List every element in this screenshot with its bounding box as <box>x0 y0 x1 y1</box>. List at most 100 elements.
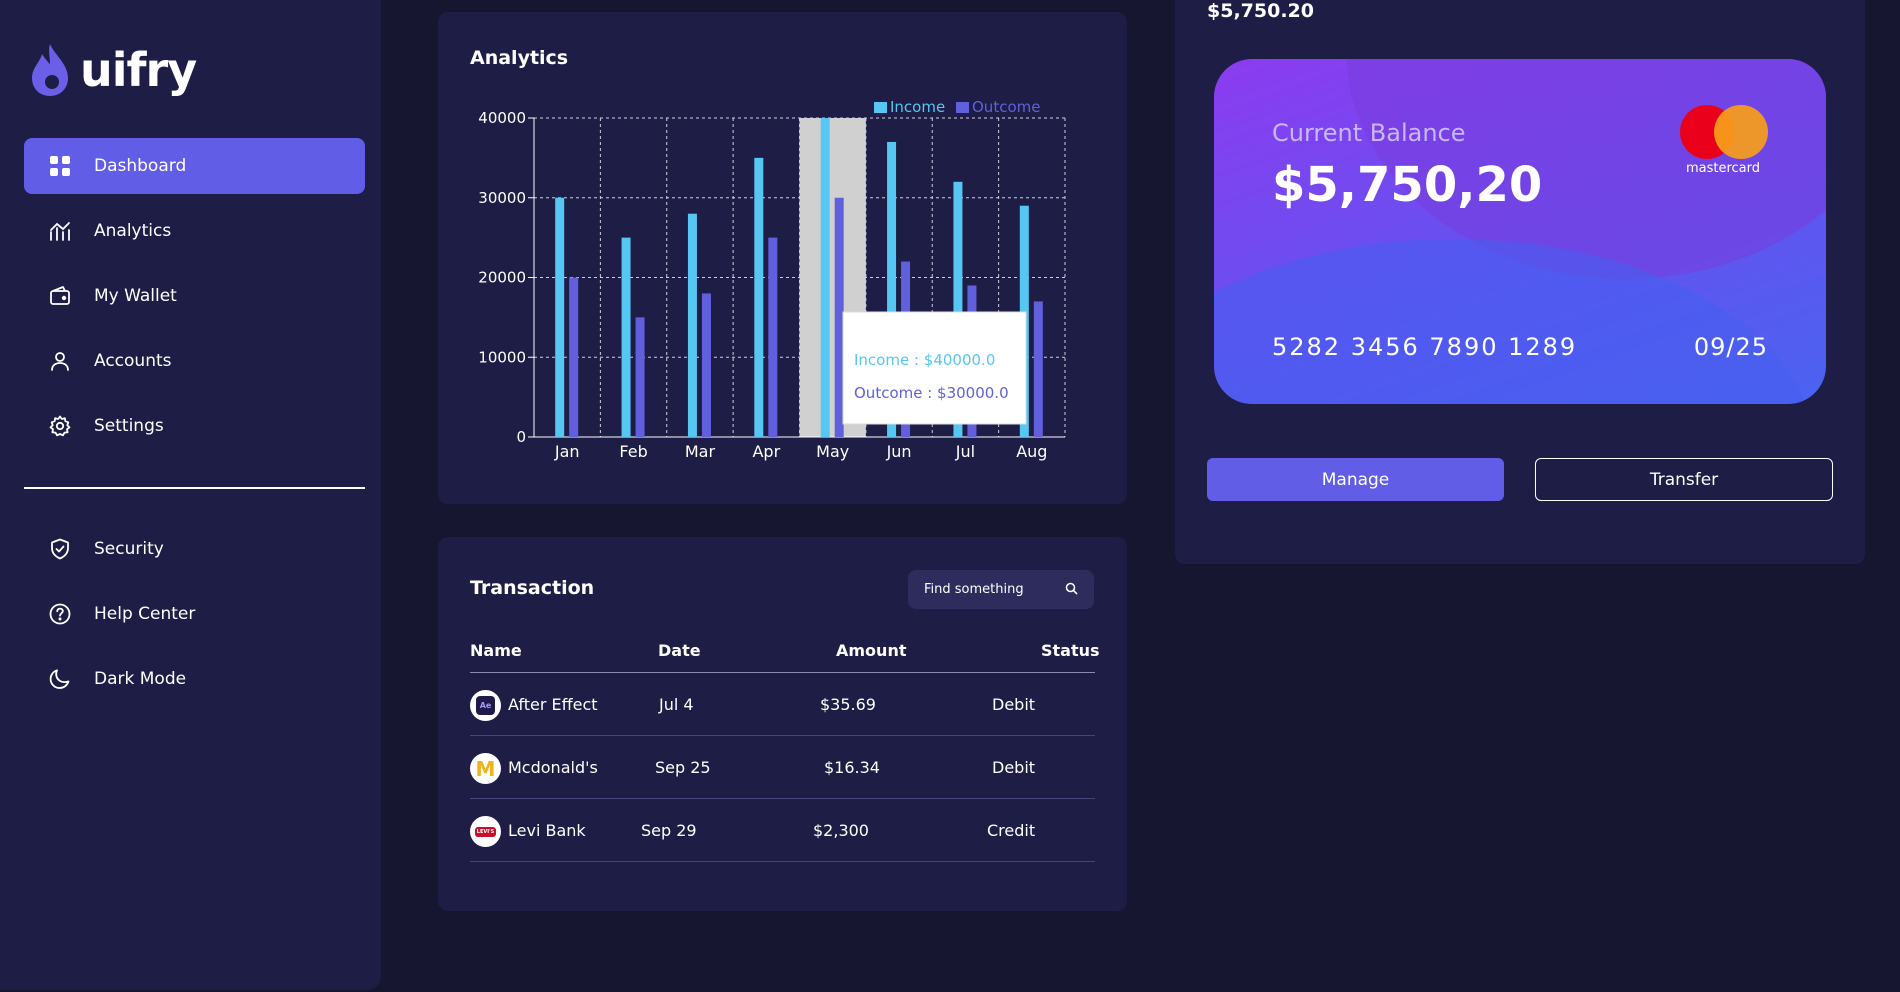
wallet-icon <box>46 282 74 310</box>
sidebar-item-label: Dark Mode <box>94 669 187 689</box>
moon-icon <box>46 665 74 693</box>
transaction-date: Jul 4 <box>659 695 694 714</box>
transaction-status: Debit <box>992 758 1036 777</box>
sidebar-item-label: Dashboard <box>94 156 187 176</box>
card-balance-label: Current Balance <box>1272 119 1466 147</box>
flame-icon <box>32 44 68 96</box>
bar-income-feb <box>621 237 631 437</box>
column-header-name: Name <box>470 641 522 660</box>
transaction-status: Debit <box>992 695 1036 714</box>
sidebar-item-label: Analytics <box>94 221 172 241</box>
after-effects-icon: Ae <box>470 690 501 721</box>
avatar-label: Ae <box>476 696 495 715</box>
bar-outcome-jan <box>569 277 579 437</box>
bar-income-apr <box>754 157 764 437</box>
sidebar-item-dashboard[interactable]: Dashboard <box>24 138 365 194</box>
table-row[interactable]: LEVI'S Levi Bank Sep 29 $2,300 Credit <box>470 799 1095 862</box>
sidebar-item-help-center[interactable]: Help Center <box>24 586 365 642</box>
analytics-icon <box>46 217 74 245</box>
bar-outcome-feb <box>635 317 645 437</box>
y-tick-label: 40000 <box>478 109 526 127</box>
card-balance-amount: $5,750,20 <box>1272 157 1543 213</box>
y-tick-label: 10000 <box>478 348 526 366</box>
tooltip-outcome: Outcome : $30000.0 <box>854 384 1009 402</box>
legend-label-outcome: Outcome <box>972 98 1040 116</box>
column-header-date: Date <box>658 641 701 660</box>
transaction-date: Sep 29 <box>641 821 697 840</box>
shield-icon <box>46 535 74 563</box>
mastercard-icon <box>1678 105 1768 159</box>
x-tick-label: Jun <box>886 442 912 461</box>
mcdonalds-icon: M <box>470 753 501 784</box>
column-header-amount: Amount <box>836 641 907 660</box>
transaction-title: Transaction <box>470 577 595 599</box>
y-tick-label: 0 <box>516 428 526 446</box>
sidebar-item-label: Accounts <box>94 351 172 371</box>
sidebar-item-label: Help Center <box>94 604 196 624</box>
manage-button[interactable]: Manage <box>1207 458 1504 501</box>
transaction-date: Sep 25 <box>655 758 711 777</box>
bar-income-may <box>820 118 830 437</box>
app-name: uifry <box>80 43 197 97</box>
sidebar-item-dark-mode[interactable]: Dark Mode <box>24 651 365 707</box>
sidebar-item-security[interactable]: Security <box>24 521 365 577</box>
sidebar-item-settings[interactable]: Settings <box>24 398 365 454</box>
x-tick-label: Feb <box>619 442 647 461</box>
x-tick-label: Mar <box>685 442 716 461</box>
avatar-label: M <box>475 756 496 781</box>
transfer-button[interactable]: Transfer <box>1535 458 1833 501</box>
bar-outcome-aug <box>1033 301 1043 437</box>
user-icon <box>46 347 74 375</box>
sidebar: uifry Dashboard Analytics My Wallet Acco… <box>0 0 381 990</box>
card-brand: mastercard <box>1685 161 1761 176</box>
legend-label-income: Income <box>890 98 945 116</box>
sidebar-item-accounts[interactable]: Accounts <box>24 333 365 389</box>
balance-header: $5,750.20 <box>1207 0 1314 22</box>
gear-icon <box>46 412 74 440</box>
sidebar-item-label: Security <box>94 539 164 559</box>
sidebar-item-my-wallet[interactable]: My Wallet <box>24 268 365 324</box>
legend-swatch-income <box>874 102 887 113</box>
levis-icon: LEVI'S <box>470 816 501 847</box>
avatar-label: LEVI'S <box>474 826 497 837</box>
help-icon <box>46 600 74 628</box>
bar-outcome-mar <box>701 293 711 437</box>
transaction-card: Transaction Name Date Amount Status Ae A… <box>438 537 1127 911</box>
table-row[interactable]: Ae After Effect Jul 4 $35.69 Debit <box>470 673 1095 736</box>
search-box <box>908 570 1094 609</box>
legend-swatch-outcome <box>956 102 969 113</box>
logo[interactable]: uifry <box>28 42 197 98</box>
card-number: 5282 3456 7890 1289 <box>1272 333 1578 361</box>
transaction-amount: $16.34 <box>824 758 880 777</box>
transaction-amount: $35.69 <box>820 695 876 714</box>
analytics-chart[interactable]: 0 10000 20000 30000 40000 Jan Feb Mar Apr May Jun J… <box>438 12 1127 504</box>
column-header-status: Status <box>1041 641 1100 660</box>
x-tick-label: Jul <box>955 442 975 461</box>
transaction-name: After Effect <box>508 695 598 714</box>
tooltip-income: Income : $40000.0 <box>854 351 995 369</box>
x-tick-label: Aug <box>1016 442 1047 461</box>
bar-income-jan <box>555 197 565 437</box>
sidebar-item-analytics[interactable]: Analytics <box>24 203 365 259</box>
analytics-card: Analytics 0 10000 20000 30000 40000 Jan Feb Mar… <box>438 12 1127 504</box>
transaction-status: Credit <box>987 821 1036 840</box>
bar-outcome-may <box>834 197 844 437</box>
credit-card[interactable]: Current Balance $5,750,20 mastercard 528… <box>1214 59 1826 404</box>
sidebar-item-label: My Wallet <box>94 286 177 306</box>
search-input[interactable] <box>924 582 1044 597</box>
table-row[interactable]: M Mcdonald's Sep 25 $16.34 Debit <box>470 736 1095 799</box>
card-expiry: 09/25 <box>1693 333 1768 361</box>
y-tick-label: 20000 <box>478 269 526 287</box>
x-tick-label: Apr <box>752 442 780 461</box>
search-icon[interactable] <box>1065 580 1078 599</box>
x-tick-label: May <box>816 442 849 461</box>
transaction-name: Mcdonald's <box>508 758 598 777</box>
grid-icon <box>46 152 74 180</box>
sidebar-item-label: Settings <box>94 416 164 436</box>
transaction-name: Levi Bank <box>508 821 586 840</box>
bar-income-mar <box>687 213 697 437</box>
y-tick-label: 30000 <box>478 189 526 207</box>
bar-outcome-apr <box>768 237 778 437</box>
wallet-panel: $5,750.20 Current Balance $5,750,20 mast… <box>1175 0 1865 564</box>
transaction-amount: $2,300 <box>813 821 869 840</box>
